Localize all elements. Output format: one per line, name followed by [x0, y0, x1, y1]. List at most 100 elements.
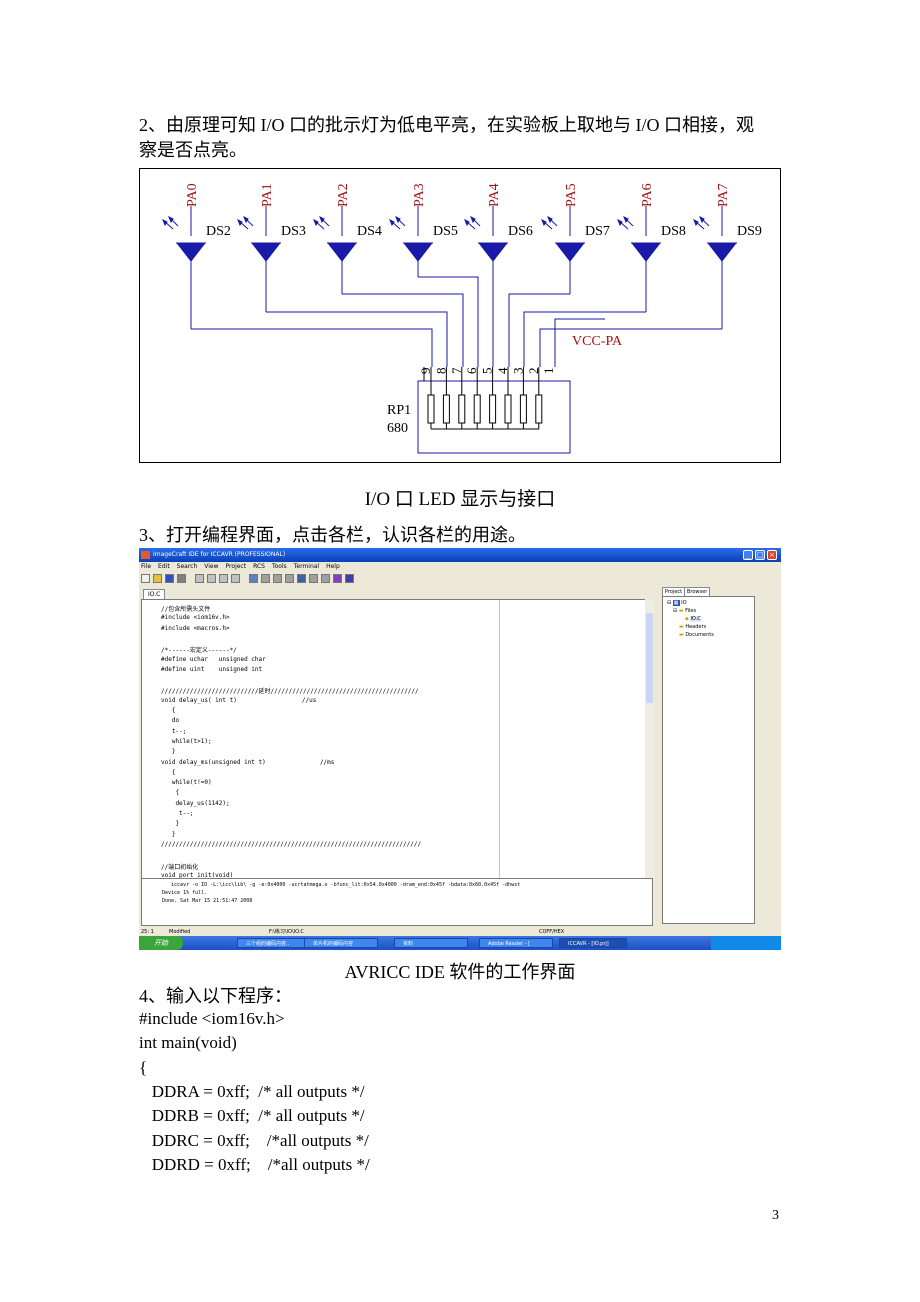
taskbar-button[interactable]: 资料: [394, 938, 468, 948]
pin-number: 5: [480, 368, 495, 375]
status-modified: Modified: [169, 929, 191, 935]
save-icon[interactable]: [165, 574, 174, 583]
resistor: [442, 394, 450, 424]
build-icon[interactable]: [261, 574, 270, 583]
app-icon: [141, 551, 150, 559]
menu-item-tools[interactable]: Tools: [272, 563, 287, 570]
tab-io-c[interactable]: IO.C: [143, 589, 166, 599]
pin-label: PA0: [185, 183, 200, 207]
tree-node-headers[interactable]: ▬ Headers: [679, 624, 706, 630]
figure-caption-led: I/O 口 LED 显示与接口: [364, 489, 556, 510]
menu-item-file[interactable]: File: [141, 563, 151, 570]
led-diode: [554, 242, 586, 262]
resistor: [427, 394, 435, 424]
resistor: [519, 394, 527, 424]
tree-node-io-c[interactable]: ◆ IO.C: [685, 616, 701, 622]
tree-node-documents[interactable]: ▬ Documents: [679, 632, 714, 638]
code-line: {: [161, 768, 176, 776]
light-arrow: [162, 218, 168, 227]
led-label: DS8: [661, 224, 686, 239]
menu-item-terminal[interactable]: Terminal: [294, 563, 319, 570]
resistor: [458, 394, 466, 424]
cut-icon[interactable]: [195, 574, 204, 583]
pin-number: 2: [526, 368, 541, 375]
program-line: DDRD = 0xff; /*all outputs */: [139, 1154, 370, 1174]
program-line: #include <iom16v.h>: [139, 1009, 285, 1028]
code-line: /*------宏定义------*/: [161, 647, 237, 655]
ide-screenshot: ImageCraft IDE for ICCAVR (PROFESSIONAL)…: [139, 548, 781, 950]
taskbar-button[interactable]: ICCAVR - [IO.prj]: [559, 938, 627, 948]
program-line: DDRB = 0xff; /* all outputs */: [139, 1106, 365, 1126]
minimize-button[interactable]: _: [743, 550, 753, 560]
menu-item-help[interactable]: Help: [326, 563, 340, 570]
output-window[interactable]: iccavr -o IO -L:\icc\lib\ -g -e:0x4000 -…: [141, 878, 653, 926]
code-line: #define uchar unsigned char: [161, 655, 266, 663]
menu-item-view[interactable]: View: [204, 563, 218, 570]
program-line: int main(void): [139, 1033, 237, 1053]
code-editor[interactable]: //包含所需头文件 #include <iom16v.h> #include <ma…: [141, 599, 653, 923]
maximize-button[interactable]: □: [755, 550, 765, 560]
start-button[interactable]: 开始: [139, 936, 183, 950]
output-line: Device 1% full.: [162, 890, 208, 896]
step2-line1: 2、由原理可知 I/O 口的批示灯为低电平亮，在实验板上取地与 I/O 口相接，…: [139, 115, 754, 135]
code-line: //端口初始化: [161, 863, 199, 871]
terminal-icon[interactable]: [297, 574, 306, 583]
tree-node-files[interactable]: ⊟ ▬ Files: [673, 608, 696, 614]
program-icon[interactable]: [333, 574, 342, 583]
menu-item-rcs[interactable]: RCS: [253, 563, 265, 570]
compile-icon[interactable]: [249, 574, 258, 583]
options-icon[interactable]: [285, 574, 294, 583]
editor-scroll-thumb[interactable]: [646, 613, 653, 703]
ide-statusbar: 25: 1 Modified F:\练习\IO\IO.C COFF/HEX: [139, 928, 781, 936]
led-diode: [477, 242, 509, 262]
step2-line2: 察是否点亮。: [139, 140, 247, 160]
pin-label: PA3: [412, 183, 427, 207]
code-line: //包含所需头文件: [161, 606, 211, 613]
download-icon[interactable]: [345, 574, 354, 583]
paste-icon[interactable]: [219, 574, 228, 583]
light-arrow: [693, 218, 699, 227]
windows-taskbar: 开始 三个组的编码内容.. 单片机的编码内容 资料 Adobe Reader - [ I…: [139, 936, 781, 950]
code-line: while(t>1);: [161, 737, 212, 745]
output-line: Done. Sat Mar 15 21:51:47 2008: [162, 898, 253, 904]
chip-icon[interactable]: [309, 574, 318, 583]
copy-icon[interactable]: [207, 574, 216, 583]
code-line: #include <iom16v.h>: [161, 614, 230, 622]
taskbar-button[interactable]: Adobe Reader - [: [479, 938, 553, 948]
close-button[interactable]: ×: [767, 550, 777, 560]
page-number: 3: [772, 1208, 779, 1223]
find-icon[interactable]: [231, 574, 240, 583]
taskbar-button[interactable]: 单片机的编码内容: [304, 938, 378, 948]
open-file-icon[interactable]: [153, 574, 162, 583]
menu-item-search[interactable]: Search: [177, 563, 198, 570]
status-position: 25: 1: [141, 929, 154, 935]
figure-caption-ide: AVRICC IDE 软件的工作界面: [344, 962, 576, 982]
pin-label: PA4: [487, 183, 502, 207]
new-file-icon[interactable]: [141, 574, 150, 583]
led-diode: [402, 242, 434, 262]
code-line: t--;: [161, 727, 187, 735]
taskbar-button[interactable]: 三个组的编码内容..: [237, 938, 311, 948]
code-line: }: [161, 830, 176, 838]
code-line: #define uint unsigned int: [161, 665, 263, 673]
tree-node-root[interactable]: ⊟ ▦ IO: [667, 600, 687, 606]
menu-item-project[interactable]: Project: [226, 563, 247, 570]
light-arrow: [617, 218, 623, 227]
pin-label: PA5: [564, 183, 579, 207]
help-icon[interactable]: [321, 574, 330, 583]
step3-text: 3、打开编程界面，点击各栏，认识各栏的用途。: [139, 525, 526, 545]
code-line: do: [161, 717, 180, 725]
light-arrow: [237, 218, 243, 227]
light-arrow: [699, 215, 705, 224]
pin-label: PA2: [336, 183, 351, 207]
print-icon[interactable]: [177, 574, 186, 583]
editor-scrollbar[interactable]: [645, 599, 654, 923]
stop-icon[interactable]: [273, 574, 282, 583]
resistor: [504, 394, 512, 424]
light-arrow: [541, 218, 547, 227]
light-arrow: [313, 218, 319, 227]
led-label: DS4: [357, 224, 382, 239]
project-tabs: Project Browser: [662, 586, 762, 597]
menu-item-edit[interactable]: Edit: [158, 563, 170, 570]
pin-label: PA6: [640, 183, 655, 207]
